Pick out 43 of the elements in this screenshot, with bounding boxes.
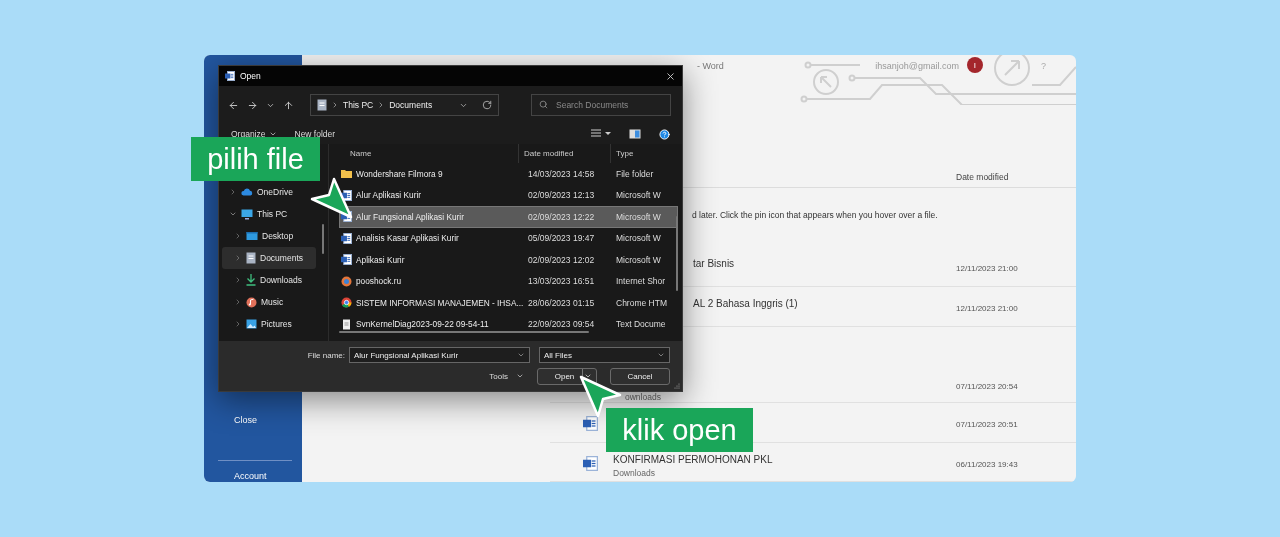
file-type-dropdown[interactable]: All Files: [539, 347, 670, 363]
annotation-label: pilih file: [191, 137, 320, 181]
column-header[interactable]: Date modified: [518, 144, 610, 163]
window-title: - Word: [697, 60, 724, 72]
file-name-label: File name:: [307, 350, 345, 360]
nav-item[interactable]: Desktop: [222, 225, 316, 247]
pin-hint-text: d later. Click the pin icon that appears when you hover over a file.: [692, 209, 939, 222]
file-date: 06/11/2023 19:43: [956, 459, 1019, 471]
column-header[interactable]: Type: [610, 144, 678, 163]
account-email: ihsanjoh@gmail.com: [875, 60, 959, 72]
file-date: 07/11/2023 20:51: [956, 419, 1019, 431]
account-avatar[interactable]: I: [967, 57, 983, 73]
nav-item[interactable]: This PC: [222, 203, 316, 225]
file-row[interactable]: Analisis Kasar Aplikasi Kurir 05/09/2023 19:47 Microsoft W: [339, 227, 678, 249]
file-title: AL 2 Bahasa Inggris (1): [693, 297, 799, 311]
sidebar-item[interactable]: Close: [204, 410, 302, 430]
file-date: 12/11/2023 21:00: [956, 263, 1019, 275]
file-title: KONFIRMASI PERMOHONAN PKL: [613, 453, 774, 467]
nav-item[interactable]: Music: [222, 291, 316, 313]
annotation-label: klik open: [606, 408, 753, 452]
nav-item[interactable]: Downloads: [222, 269, 316, 291]
nav-item[interactable]: Pictures: [222, 313, 316, 335]
tools-button[interactable]: Tools: [489, 371, 524, 381]
file-location: ownloads: [625, 391, 662, 403]
file-title: tar Bisnis: [693, 257, 736, 271]
organize-button[interactable]: Organize: [231, 129, 277, 139]
sidebar-item[interactable]: Account: [204, 470, 302, 482]
file-date: 12/11/2023 21:00: [956, 303, 1019, 315]
search-field[interactable]: Search Documents: [531, 94, 671, 116]
nav-item[interactable]: Documents: [222, 247, 316, 269]
file-name-field[interactable]: Alur Fungsional Aplikasi Kurir: [349, 347, 530, 363]
dialog-title: Open: [240, 71, 262, 81]
file-date: 07/11/2023 20:54: [956, 381, 1019, 393]
file-location: Downloads: [613, 467, 657, 479]
nav-item[interactable]: OneDrive: [222, 181, 316, 203]
new-folder-button[interactable]: New folder: [294, 129, 336, 139]
breadcrumb[interactable]: This PC: [343, 100, 374, 110]
address-bar[interactable]: This PC Documents: [310, 94, 499, 116]
breadcrumb[interactable]: Documents: [389, 100, 433, 110]
file-row[interactable]: Wondershare Filmora 9 14/03/2023 14:58 File folder: [339, 163, 678, 185]
column-header[interactable]: Name: [329, 144, 518, 163]
file-row[interactable]: Alur Fungsional Aplikasi Kurir 02/09/2023 12:22 Microsoft W: [339, 206, 678, 228]
column-header: Date modified: [956, 172, 1009, 182]
